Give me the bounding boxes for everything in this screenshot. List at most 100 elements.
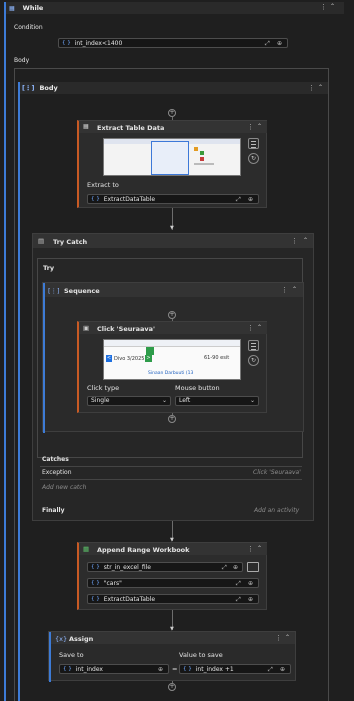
add-activity-button[interactable]: + — [168, 109, 176, 117]
expression-icon: { } — [62, 40, 71, 46]
expression-icon: { } — [91, 564, 100, 570]
click-type-label: Click type — [87, 384, 120, 392]
add-circle-icon[interactable]: ⊕ — [248, 196, 253, 203]
catches-divider — [40, 466, 302, 467]
assign-left-border — [49, 632, 51, 682]
add-circle-icon[interactable]: ⊕ — [248, 580, 253, 587]
while-more-icon[interactable]: ⋮ — [320, 3, 327, 11]
click-type-value: Single — [91, 397, 110, 404]
folder-icon[interactable] — [247, 562, 259, 572]
expand-icon[interactable]: ⤢ — [222, 564, 227, 572]
extract-collapse-icon[interactable]: ⌃ — [257, 123, 262, 130]
sequence-collapse-icon[interactable]: ⌃ — [292, 286, 297, 293]
add-activity-button[interactable]: + — [168, 683, 176, 691]
extract-to-value: ExtractDataTable — [103, 195, 156, 203]
click-collapse-icon[interactable]: ⌃ — [257, 324, 262, 331]
add-circle-icon[interactable]: ⊕ — [248, 596, 253, 603]
add-activity-button[interactable]: + — [168, 415, 176, 423]
condition-field[interactable]: { } int_index<1400 ⤢ ⊕ — [58, 38, 288, 48]
save-to-field[interactable]: { } int_index ⊕ — [59, 664, 169, 674]
body-title: Body — [39, 84, 58, 92]
add-circle-icon[interactable]: ⊕ — [277, 40, 282, 47]
refresh-icon[interactable]: ↻ — [248, 153, 259, 164]
mouse-button-label: Mouse button — [175, 384, 220, 392]
expand-icon[interactable]: ⤢ — [236, 596, 241, 604]
expression-icon: { } — [91, 596, 100, 602]
extract-to-field[interactable]: { } ExtractDataTable ⤢ ⊕ — [87, 194, 259, 204]
body-label: Body — [14, 57, 30, 64]
catches-label: Catches — [42, 456, 69, 463]
finally-label: Finally — [42, 507, 65, 514]
sheet-name-field[interactable]: { } "cars" ⤢ ⊕ — [87, 578, 259, 588]
expand-icon[interactable]: ⤢ — [265, 40, 270, 48]
body-collapse-icon[interactable]: ⌃ — [318, 84, 323, 91]
connector-arrow-icon: ▼ — [170, 225, 174, 231]
excel-icon: ▦ — [83, 545, 90, 553]
extract-table-card[interactable]: ▦ Extract Table Data ⋮ ⌃ ↻ Extract to { … — [77, 120, 267, 208]
expand-icon[interactable]: ⤢ — [268, 666, 273, 674]
click-preview-image: < Divo 3/2025 > 61-90 esit Sinaan Darbuu… — [103, 339, 241, 380]
condition-value: int_index<1400 — [74, 39, 123, 47]
click-title: Click 'Seuraava' — [97, 325, 155, 333]
assign-more-icon[interactable]: ⋮ — [275, 634, 282, 642]
click-icon: ▣ — [83, 324, 90, 332]
expression-icon: { } — [91, 196, 100, 202]
exception-hint: Click 'Seuraava' — [253, 469, 301, 476]
add-circle-icon[interactable]: ⊕ — [158, 666, 163, 673]
body-header[interactable]: [⋮] Body — [18, 82, 328, 94]
try-catch-icon: ▤ — [38, 237, 45, 245]
exception-divider — [40, 479, 302, 480]
sequence-title: Sequence — [64, 287, 100, 295]
while-icon: ▦ — [9, 4, 15, 12]
try-catch-collapse-icon[interactable]: ⌃ — [303, 237, 308, 244]
extract-preview-image — [103, 138, 241, 176]
add-circle-icon[interactable]: ⊕ — [280, 666, 285, 673]
equals-sign: = — [172, 665, 178, 673]
preview-tail: Sinaan Darbuuti (13 — [148, 371, 194, 376]
expression-icon: { } — [91, 580, 100, 586]
while-header[interactable]: ▦ While — [4, 2, 344, 14]
click-card[interactable]: ▣ Click 'Seuraava' ⋮ ⌃ < Divo 3/2025 > 6… — [77, 321, 267, 413]
append-collapse-icon[interactable]: ⌃ — [257, 545, 262, 552]
data-table-value: ExtractDataTable — [103, 595, 156, 603]
click-more-icon[interactable]: ⋮ — [247, 324, 254, 332]
workbook-path-field[interactable]: { } str_in_excel_file ⤢ ⊕ — [87, 562, 243, 572]
sequence-left-border — [43, 283, 45, 433]
click-type-select[interactable]: Single ⌄ — [87, 396, 171, 406]
while-collapse-icon[interactable]: ⌃ — [330, 3, 335, 10]
add-new-catch-link[interactable]: Add new catch — [42, 484, 86, 491]
preview-menu-icon[interactable] — [248, 138, 259, 149]
data-table-field[interactable]: { } ExtractDataTable ⤢ ⊕ — [87, 594, 259, 604]
table-icon: ▦ — [83, 123, 89, 130]
workbook-path-value: str_in_excel_file — [103, 563, 151, 571]
chevron-down-icon: ⌄ — [249, 397, 255, 404]
extract-more-icon[interactable]: ⋮ — [247, 123, 254, 131]
mouse-button-select[interactable]: Left ⌄ — [175, 396, 259, 406]
sequence-more-icon[interactable]: ⋮ — [281, 286, 288, 294]
add-circle-icon[interactable]: ⊕ — [233, 564, 238, 571]
body-more-icon[interactable]: ⋮ — [308, 84, 315, 92]
assign-card[interactable]: {x} Assign ⋮ ⌃ Save to Value to save { }… — [48, 631, 296, 682]
condition-label: Condition — [14, 24, 43, 31]
chevron-down-icon: ⌄ — [161, 397, 167, 404]
append-more-icon[interactable]: ⋮ — [247, 545, 254, 553]
add-activity-button[interactable]: + — [168, 311, 176, 319]
extract-to-label: Extract to — [87, 181, 119, 189]
preview-score: 61-90 esit — [204, 355, 230, 361]
assign-collapse-icon[interactable]: ⌃ — [285, 634, 290, 641]
try-catch-more-icon[interactable]: ⋮ — [291, 237, 298, 245]
refresh-icon[interactable]: ↻ — [248, 355, 259, 366]
add-activity-link[interactable]: Add an activity — [254, 507, 299, 514]
expand-icon[interactable]: ⤢ — [236, 580, 241, 588]
expand-icon[interactable]: ⤢ — [236, 196, 241, 204]
try-catch-title: Try Catch — [53, 238, 88, 246]
while-title: While — [22, 4, 44, 12]
sequence-icon: [⋮] — [48, 287, 60, 295]
sheet-name-value: "cars" — [103, 579, 122, 587]
exception-label[interactable]: Exception — [42, 469, 72, 476]
preview-menu-icon[interactable] — [248, 340, 259, 351]
extract-title: Extract Table Data — [97, 124, 165, 132]
value-to-save-field[interactable]: { } int_index +1 ⤢ ⊕ — [179, 664, 291, 674]
try-label: Try — [43, 264, 55, 272]
append-range-card[interactable]: ▦ Append Range Workbook ⋮ ⌃ { } str_in_e… — [77, 542, 267, 610]
